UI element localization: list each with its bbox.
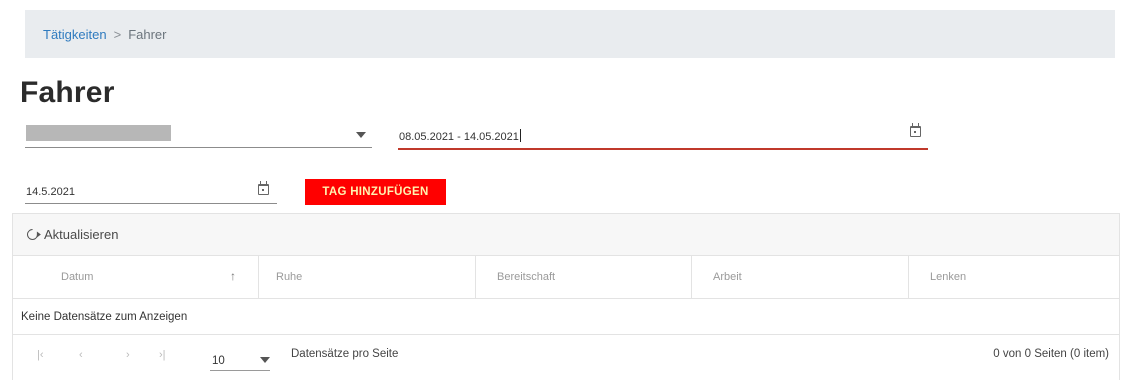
last-page-button[interactable]: ›| <box>159 349 166 361</box>
add-day-button[interactable]: TAG HINZUFÜGEN <box>305 179 446 205</box>
column-header-bereitschaft[interactable]: Bereitschaft <box>476 256 692 298</box>
table-header: Datum ↑ Ruhe Bereitschaft Arbeit Lenken <box>13 256 1119 299</box>
column-header-datum[interactable]: Datum ↑ <box>13 256 259 298</box>
breadcrumb-link-taetigkeiten[interactable]: Tätigkeiten <box>43 27 107 42</box>
chevron-down-icon[interactable] <box>356 132 366 138</box>
text-cursor <box>519 129 521 142</box>
column-label: Lenken <box>930 271 967 283</box>
column-label: Datum <box>61 271 94 283</box>
breadcrumb-current: Fahrer <box>128 26 167 42</box>
previous-page-button[interactable]: ‹ <box>79 349 83 361</box>
driver-select[interactable] <box>25 120 372 148</box>
column-label: Bereitschaft <box>497 271 556 283</box>
page-title: Fahrer <box>20 76 115 109</box>
column-label: Ruhe <box>276 271 303 283</box>
column-header-arbeit[interactable]: Arbeit <box>692 256 909 298</box>
next-page-button[interactable]: › <box>126 349 130 361</box>
data-grid: Aktualisieren Datum ↑ Ruhe Bereitschaft … <box>12 213 1120 380</box>
date-range-value: 08.05.2021 - 14.05.2021 <box>399 129 521 143</box>
breadcrumb: Tätigkeiten > Fahrer <box>25 10 1115 58</box>
single-date-value: 14.5.2021 <box>26 186 75 198</box>
calendar-icon[interactable] <box>910 123 921 137</box>
column-label: Arbeit <box>713 271 742 283</box>
grid-toolbar: Aktualisieren <box>13 214 1119 256</box>
page-info: 0 von 0 Seiten (0 item) <box>993 348 1109 360</box>
per-page-label: Datensätze pro Seite <box>291 348 399 360</box>
refresh-label: Aktualisieren <box>44 227 119 242</box>
page-size-value: 10 <box>212 355 225 367</box>
calendar-icon[interactable] <box>258 181 269 195</box>
column-header-ruhe[interactable]: Ruhe <box>259 256 476 298</box>
column-header-lenken[interactable]: Lenken <box>909 256 1119 298</box>
page-size-select[interactable]: 10 <box>210 343 270 371</box>
breadcrumb-separator: > <box>113 26 122 42</box>
pager: |‹ ‹ › ›| 10 Datensätze pro Seite 0 von … <box>13 335 1119 380</box>
first-page-button[interactable]: |‹ <box>37 349 44 361</box>
chevron-down-icon[interactable] <box>260 357 270 363</box>
sort-ascending-icon[interactable]: ↑ <box>230 269 236 283</box>
refresh-button[interactable]: Aktualisieren <box>24 226 119 243</box>
driver-select-value-redacted <box>26 125 171 141</box>
date-range-input[interactable]: 08.05.2021 - 14.05.2021 <box>398 120 928 150</box>
empty-message: Keine Datensätze zum Anzeigen <box>13 299 1119 335</box>
single-date-input[interactable]: 14.5.2021 <box>25 174 277 204</box>
refresh-icon <box>24 226 41 243</box>
